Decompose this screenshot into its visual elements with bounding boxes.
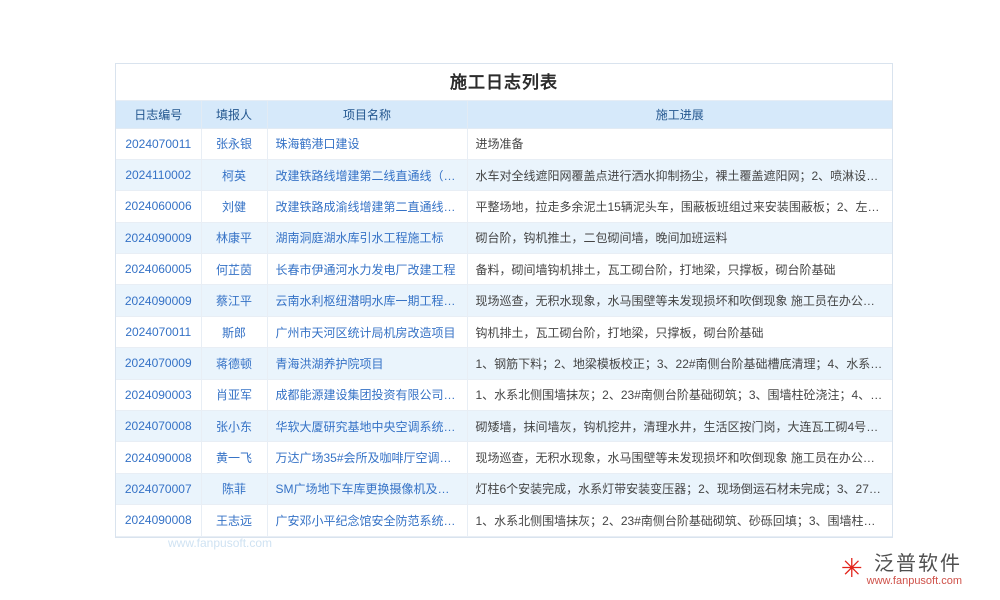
fanpusoft-brand: ✳ 泛普软件 www.fanpusoft.com <box>841 553 962 588</box>
reporter-link[interactable]: 林康平 <box>201 222 267 253</box>
log-id-link[interactable]: 2024070011 <box>116 128 201 159</box>
project-name-link[interactable]: 万达广场35#会所及咖啡厅空调安装... <box>267 442 467 473</box>
project-name-link[interactable]: 长春市伊通河水力发电厂改建工程 <box>267 254 467 285</box>
project-name-link[interactable]: 广州市天河区统计局机房改造项目 <box>267 316 467 347</box>
table-row[interactable]: 2024090008 黄一飞 万达广场35#会所及咖啡厅空调安装... 现场巡查… <box>116 442 892 473</box>
reporter-link[interactable]: 肖亚军 <box>201 379 267 410</box>
reporter-link[interactable]: 斯郎 <box>201 316 267 347</box>
fanpusoft-logo-icon: ✳ <box>841 555 863 581</box>
brand-name: 泛普软件 <box>867 553 962 575</box>
progress-text: 砌台阶，钩机推土，二包砌间墙，晚间加班运料 <box>467 222 892 253</box>
project-name-link[interactable]: 青海洪湖养护院项目 <box>267 348 467 379</box>
column-header-progress: 施工进展 <box>467 101 892 128</box>
table-row[interactable]: 2024110002 柯英 改建铁路线增建第二线直通线（成都-... 水车对全线… <box>116 159 892 190</box>
table-row[interactable]: 2024090009 林康平 湖南洞庭湖水库引水工程施工标 砌台阶，钩机推土，二… <box>116 222 892 253</box>
reporter-link[interactable]: 蔡江平 <box>201 285 267 316</box>
log-id-link[interactable]: 2024090008 <box>116 442 201 473</box>
project-name-link[interactable]: 改建铁路成渝线增建第二直通线（成... <box>267 191 467 222</box>
table-row[interactable]: 2024070008 张小东 华软大厦研究基地中央空调系统工程 砌矮墙，抹间墙灰… <box>116 411 892 442</box>
reporter-link[interactable]: 刘健 <box>201 191 267 222</box>
progress-text: 钩机排土，瓦工砌台阶，打地梁，只撑板，砌台阶基础 <box>467 316 892 347</box>
progress-text: 现场巡查，无积水现象，水马围壁等未发现损坏和吹倒现象 施工员在办公室做内... <box>467 285 892 316</box>
construction-log-table: 日志编号 填报人 项目名称 施工进展 2024070011 张永银 珠海鹤港口建… <box>116 101 892 537</box>
progress-text: 备料，砌间墙钩机排土，瓦工砌台阶，打地梁，只撑板，砌台阶基础 <box>467 254 892 285</box>
log-id-link[interactable]: 2024070007 <box>116 473 201 504</box>
project-name-link[interactable]: 广安邓小平纪念馆安全防范系统维护... <box>267 505 467 536</box>
project-name-link[interactable]: 改建铁路线增建第二线直通线（成都-... <box>267 159 467 190</box>
log-id-link[interactable]: 2024090008 <box>116 505 201 536</box>
table-header-row: 日志编号 填报人 项目名称 施工进展 <box>116 101 892 128</box>
table-row[interactable]: 2024090009 蔡江平 云南水利枢纽潜明水库一期工程施工标 现场巡查，无积… <box>116 285 892 316</box>
log-id-link[interactable]: 2024060005 <box>116 254 201 285</box>
watermark-text: www.fanpusoft.com <box>168 536 272 550</box>
table-row[interactable]: 2024090003 肖亚军 成都能源建设集团投资有限公司临时... 1、水系北… <box>116 379 892 410</box>
project-name-link[interactable]: 珠海鹤港口建设 <box>267 128 467 159</box>
project-name-link[interactable]: 云南水利枢纽潜明水库一期工程施工标 <box>267 285 467 316</box>
progress-text: 1、钢筋下料；2、地梁模板校正；3、22#南侧台阶基础槽底清理；4、水系抹保..… <box>467 348 892 379</box>
table-row[interactable]: 2024060006 刘健 改建铁路成渝线增建第二直通线（成... 平整场地，拉… <box>116 191 892 222</box>
table-row[interactable]: 2024070007 陈菲 SM广场地下车库更换摄像机及硬盘项目 灯柱6个安装完… <box>116 473 892 504</box>
log-id-link[interactable]: 2024090009 <box>116 285 201 316</box>
reporter-link[interactable]: 柯英 <box>201 159 267 190</box>
reporter-link[interactable]: 张小东 <box>201 411 267 442</box>
log-id-link[interactable]: 2024090003 <box>116 379 201 410</box>
table-row[interactable]: 2024070011 斯郎 广州市天河区统计局机房改造项目 钩机排土，瓦工砌台阶… <box>116 316 892 347</box>
log-id-link[interactable]: 2024070011 <box>116 316 201 347</box>
reporter-link[interactable]: 黄一飞 <box>201 442 267 473</box>
log-id-link[interactable]: 2024070009 <box>116 348 201 379</box>
log-id-link[interactable]: 2024090009 <box>116 222 201 253</box>
progress-text: 水车对全线遮阳网覆盖点进行洒水抑制扬尘，裸土覆盖遮阳网；2、喷淋设施材料... <box>467 159 892 190</box>
column-header-log-id: 日志编号 <box>116 101 201 128</box>
column-header-project-name: 项目名称 <box>267 101 467 128</box>
table-row[interactable]: 2024070009 蒋德顿 青海洪湖养护院项目 1、钢筋下料；2、地梁模板校正… <box>116 348 892 379</box>
progress-text: 现场巡查，无积水现象，水马围壁等未发现损坏和吹倒现象 施工员在办公室做内... <box>467 442 892 473</box>
table-row[interactable]: 2024060005 何芷茵 长春市伊通河水力发电厂改建工程 备料，砌间墙钩机排… <box>116 254 892 285</box>
project-name-link[interactable]: SM广场地下车库更换摄像机及硬盘项目 <box>267 473 467 504</box>
reporter-link[interactable]: 张永银 <box>201 128 267 159</box>
progress-text: 平整场地，拉走多余泥土15辆泥头车，围蔽板班组过来安装围蔽板；2、左辅道... <box>467 191 892 222</box>
reporter-link[interactable]: 陈菲 <box>201 473 267 504</box>
progress-text: 灯柱6个安装完成，水系灯带安装变压器；2、现场倒运石材未完成；3、27#北侧..… <box>467 473 892 504</box>
brand-url: www.fanpusoft.com <box>867 575 962 588</box>
progress-text: 1、水系北侧围墙抹灰；2、23#南侧台阶基础砌筑、砂砾回填；3、围墙柱浇筑1..… <box>467 505 892 536</box>
progress-text: 1、水系北侧围墙抹灰；2、23#南侧台阶基础砌筑；3、围墙柱砼浇注；4、22#.… <box>467 379 892 410</box>
table-row[interactable]: 2024070011 张永银 珠海鹤港口建设 进场准备 <box>116 128 892 159</box>
construction-log-panel: 施工日志列表 日志编号 填报人 项目名称 施工进展 2024070011 张永银… <box>115 63 893 538</box>
log-table-body: 2024070011 张永银 珠海鹤港口建设 进场准备 2024110002 柯… <box>116 128 892 536</box>
page-title: 施工日志列表 <box>116 64 892 101</box>
progress-text: 进场准备 <box>467 128 892 159</box>
reporter-link[interactable]: 蒋德顿 <box>201 348 267 379</box>
log-id-link[interactable]: 2024070008 <box>116 411 201 442</box>
reporter-link[interactable]: 何芷茵 <box>201 254 267 285</box>
table-row[interactable]: 2024090008 王志远 广安邓小平纪念馆安全防范系统维护... 1、水系北… <box>116 505 892 536</box>
project-name-link[interactable]: 成都能源建设集团投资有限公司临时... <box>267 379 467 410</box>
column-header-reporter: 填报人 <box>201 101 267 128</box>
reporter-link[interactable]: 王志远 <box>201 505 267 536</box>
log-id-link[interactable]: 2024060006 <box>116 191 201 222</box>
project-name-link[interactable]: 湖南洞庭湖水库引水工程施工标 <box>267 222 467 253</box>
log-id-link[interactable]: 2024110002 <box>116 159 201 190</box>
progress-text: 砌矮墙，抹间墙灰，钩机挖井，清理水井，生活区按门岗，大连瓦工砌4号楼理石板 <box>467 411 892 442</box>
project-name-link[interactable]: 华软大厦研究基地中央空调系统工程 <box>267 411 467 442</box>
